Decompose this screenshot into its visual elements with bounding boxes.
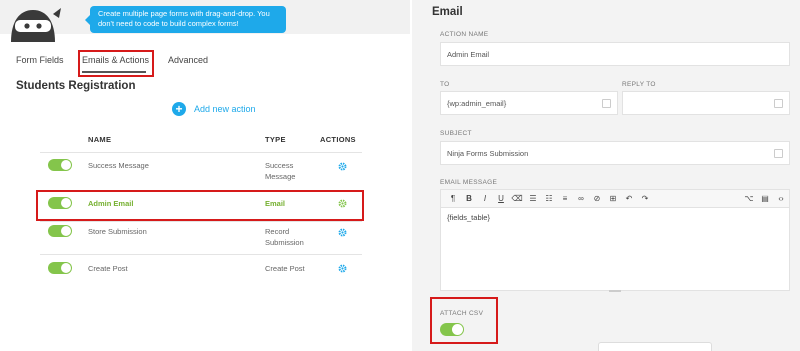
ordered-list-icon[interactable]: ☰ <box>525 191 541 207</box>
drawer-title: Email <box>432 6 463 18</box>
form-title: Students Registration <box>16 80 136 92</box>
row-name[interactable]: Store Submission <box>88 226 147 237</box>
row-enable-toggle[interactable] <box>48 262 72 274</box>
merge-tags-icon[interactable]: ⌥ <box>741 191 757 207</box>
italic-icon[interactable]: I <box>477 191 493 207</box>
eraser-icon[interactable]: ⌫ <box>509 191 525 207</box>
row-enable-toggle[interactable] <box>48 225 72 237</box>
link-icon[interactable]: ∞ <box>573 191 589 207</box>
email-message-value: {fields_table} <box>447 213 490 222</box>
to-input[interactable]: {wp:admin_email} <box>440 91 618 115</box>
table-icon[interactable]: ⊞ <box>605 191 621 207</box>
paragraph-icon[interactable]: ¶ <box>445 191 461 207</box>
redo-icon[interactable]: ↷ <box>637 191 653 207</box>
unlink-icon[interactable]: ⊘ <box>589 191 605 207</box>
action-name-label: ACTION NAME <box>440 31 489 38</box>
email-message-editor[interactable]: {fields_table} <box>440 208 790 291</box>
bold-icon[interactable]: B <box>461 191 477 207</box>
row-type: Record Submission <box>265 227 304 247</box>
column-header-actions: ACTIONS <box>320 135 356 144</box>
merge-tag-icon[interactable] <box>602 99 611 108</box>
column-header-type: TYPE <box>265 135 286 144</box>
email-settings-drawer: Email ACTION NAME Admin Email TO {wp:adm… <box>412 0 800 351</box>
bottom-card <box>598 342 712 351</box>
ninja-logo-icon <box>11 8 61 42</box>
attach-csv-highlight-box <box>430 297 498 344</box>
reply-to-label: REPLY TO <box>622 81 656 88</box>
to-value: {wp:admin_email} <box>447 99 507 108</box>
undo-icon[interactable]: ↶ <box>621 191 637 207</box>
row-highlight-box <box>36 190 364 221</box>
add-action-label: Add new action <box>194 104 256 114</box>
tab-highlight-box <box>78 50 154 77</box>
reply-to-input[interactable] <box>622 91 790 115</box>
tab-advanced[interactable]: Advanced <box>168 55 208 65</box>
subject-label: SUBJECT <box>440 130 472 137</box>
gear-icon[interactable] <box>338 228 347 237</box>
editor-resize-handle[interactable] <box>609 290 621 292</box>
tooltip: Create multiple page forms with drag-and… <box>85 6 286 33</box>
action-name-input[interactable]: Admin Email <box>440 42 790 66</box>
subject-value: Ninja Forms Submission <box>447 149 529 158</box>
align-icon[interactable]: ≡ <box>557 191 573 207</box>
row-enable-toggle[interactable] <box>48 159 72 171</box>
code-view-icon[interactable]: ‹› <box>773 191 789 207</box>
tab-form-fields[interactable]: Form Fields <box>16 55 64 65</box>
row-name[interactable]: Success Message <box>88 160 149 171</box>
row-type: Create Post <box>265 264 305 273</box>
action-name-value: Admin Email <box>447 50 490 59</box>
actions-panel: Create multiple page forms with drag-and… <box>0 0 410 351</box>
bullet-list-icon[interactable]: ☷ <box>541 191 557 207</box>
row-type: Success Message <box>265 161 296 181</box>
row-name[interactable]: Create Post <box>88 263 128 274</box>
merge-tag-icon[interactable] <box>774 99 783 108</box>
plus-icon: + <box>172 102 186 116</box>
underline-icon[interactable]: U <box>493 191 509 207</box>
gear-icon[interactable] <box>338 162 347 171</box>
merge-tag-icon[interactable] <box>774 149 783 158</box>
column-header-name: NAME <box>88 135 112 144</box>
add-action-button[interactable]: + Add new action <box>172 102 256 116</box>
media-icon[interactable]: ▤ <box>757 191 773 207</box>
subject-input[interactable]: Ninja Forms Submission <box>440 141 790 165</box>
to-label: TO <box>440 81 450 88</box>
email-message-label: EMAIL MESSAGE <box>440 179 498 186</box>
editor-toolbar: ¶ B I U ⌫ ☰ ☷ ≡ ∞ ⊘ ⊞ ↶ ↷ ⌥ ▤ ‹› <box>440 189 790 208</box>
gear-icon[interactable] <box>338 264 347 273</box>
